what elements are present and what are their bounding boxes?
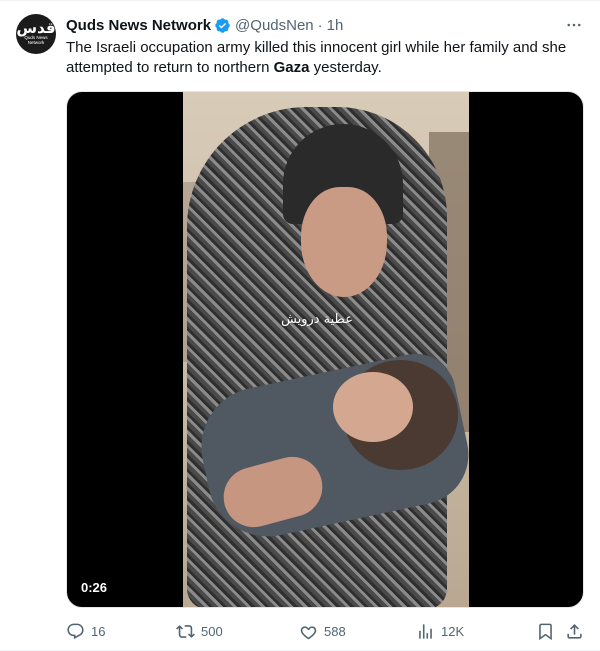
bookmark-icon xyxy=(539,623,552,640)
tweet-text-bold: Gaza xyxy=(273,59,310,76)
video-duration: 0:26 xyxy=(75,578,114,597)
avatar[interactable]: قدس Quds News Network xyxy=(16,14,56,54)
separator-dot: · xyxy=(317,16,323,34)
tweet-text: The Israeli occupation army killed this … xyxy=(66,38,576,78)
video-player[interactable]: عطية درويش 0:26 xyxy=(66,91,584,608)
video-watermark: عطية درويش xyxy=(281,312,353,327)
view-count: 12K xyxy=(441,623,465,639)
user-handle[interactable]: @QudsNen xyxy=(235,17,314,34)
retweet-count: 500 xyxy=(201,623,223,639)
avatar-logo: قدس xyxy=(16,19,56,37)
verified-badge-icon[interactable] xyxy=(214,17,231,34)
action-bar: 16 500 588 12K xyxy=(66,620,584,642)
share-icon xyxy=(567,623,582,639)
views-icon xyxy=(419,623,432,639)
like-count: 588 xyxy=(324,623,346,639)
video-frame: عطية درويش xyxy=(183,92,469,607)
like-button[interactable]: 588 xyxy=(299,620,346,642)
more-icon[interactable] xyxy=(564,15,584,35)
retweet-icon xyxy=(176,624,195,638)
avatar-logo-subtitle: Quds News Network xyxy=(24,35,48,45)
views-button[interactable]: 12K xyxy=(416,620,464,642)
tweet-header: Quds News Network @QudsNen · 1h xyxy=(66,15,584,35)
retweet-button[interactable]: 500 xyxy=(176,620,223,642)
timestamp[interactable]: 1h xyxy=(327,17,344,34)
tweet[interactable]: قدس Quds News Network Quds News Network … xyxy=(0,0,600,651)
woman-face xyxy=(301,187,387,297)
reply-icon xyxy=(67,623,84,639)
child-face xyxy=(333,372,413,442)
tweet-text-part: yesterday. xyxy=(309,59,382,76)
like-icon xyxy=(300,625,317,639)
reply-count: 16 xyxy=(91,623,106,639)
bookmark-button[interactable] xyxy=(536,620,555,642)
share-button[interactable] xyxy=(565,620,584,642)
reply-button[interactable]: 16 xyxy=(66,620,105,642)
display-name[interactable]: Quds News Network xyxy=(66,17,211,34)
